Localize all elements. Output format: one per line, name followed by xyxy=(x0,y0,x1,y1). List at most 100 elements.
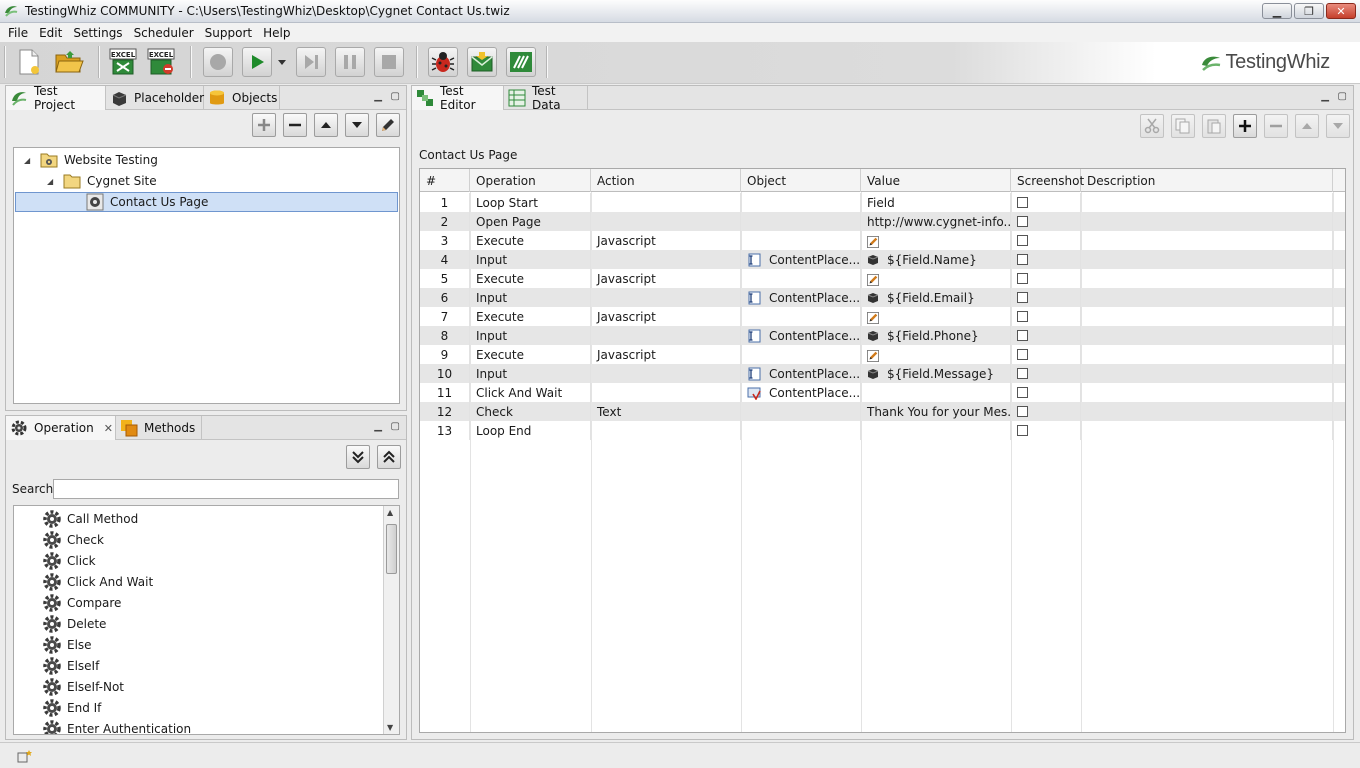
cell-object[interactable] xyxy=(741,307,861,326)
cell-description[interactable] xyxy=(1081,345,1333,364)
screenshot-checkbox[interactable] xyxy=(1017,311,1028,322)
cell-number[interactable]: 5 xyxy=(420,269,470,288)
script-edit-icon[interactable] xyxy=(867,311,879,324)
table-row[interactable]: 3 Execute Javascript xyxy=(420,231,1345,250)
scroll-thumb[interactable] xyxy=(386,524,397,574)
screenshot-checkbox[interactable] xyxy=(1017,216,1028,227)
operation-list-item[interactable]: Click xyxy=(42,550,96,571)
table-row[interactable]: 9 Execute Javascript xyxy=(420,345,1345,364)
minimize-panel-icon[interactable]: ▁ xyxy=(1321,91,1329,102)
cell-number[interactable]: 8 xyxy=(420,326,470,345)
cell-action[interactable]: Text xyxy=(591,402,741,421)
search-input[interactable] xyxy=(53,479,399,499)
maximize-panel-icon[interactable]: ▢ xyxy=(391,91,400,102)
cell-action[interactable]: Javascript xyxy=(591,231,741,250)
move-row-up-button[interactable] xyxy=(1295,114,1319,138)
operation-list-item[interactable]: End If xyxy=(42,697,101,718)
cell-description[interactable] xyxy=(1081,402,1333,421)
cell-action[interactable] xyxy=(591,326,741,345)
cell-action[interactable]: Javascript xyxy=(591,345,741,364)
tab-objects[interactable]: Objects xyxy=(204,86,280,110)
table-row[interactable]: 4 Input ContentPlace... ${Field.Name} xyxy=(420,250,1345,269)
script-edit-icon[interactable] xyxy=(867,273,879,286)
cell-action[interactable]: Javascript xyxy=(591,269,741,288)
cell-operation[interactable]: Input xyxy=(470,364,591,383)
tab-placeholder[interactable]: Placeholder xyxy=(106,86,204,110)
close-button[interactable]: ✕ xyxy=(1326,3,1356,19)
tab-operation[interactable]: Operation ✕ xyxy=(6,416,116,440)
move-down-button[interactable] xyxy=(345,113,369,137)
copy-button[interactable] xyxy=(1171,114,1195,138)
cell-operation[interactable]: Execute xyxy=(470,231,591,250)
cell-object[interactable]: ContentPlace... xyxy=(741,364,861,383)
scroll-up-icon[interactable]: ▲ xyxy=(387,508,393,517)
tree-node-contact-us-page[interactable]: Contact Us Page xyxy=(15,192,398,212)
column-header-operation[interactable]: Operation xyxy=(470,169,591,192)
tab-test-editor[interactable]: Test Editor xyxy=(412,84,504,112)
cell-operation[interactable]: Input xyxy=(470,288,591,307)
remove-button[interactable] xyxy=(283,113,307,137)
cell-description[interactable] xyxy=(1081,307,1333,326)
cell-operation[interactable]: Loop Start xyxy=(470,193,591,212)
new-fast-view-icon[interactable] xyxy=(17,749,33,763)
table-row[interactable]: 6 Input ContentPlace... ${Field.Email} xyxy=(420,288,1345,307)
add-button[interactable] xyxy=(252,113,276,137)
cell-value[interactable]: ${Field.Phone} xyxy=(861,326,1011,345)
column-header-number[interactable]: # xyxy=(420,169,470,192)
expand-all-button[interactable] xyxy=(346,445,370,469)
restore-button[interactable]: ❐ xyxy=(1294,3,1324,19)
cell-number[interactable]: 11 xyxy=(420,383,470,402)
operation-list-item[interactable]: Delete xyxy=(42,613,106,634)
screenshot-checkbox[interactable] xyxy=(1017,406,1028,417)
menu-support[interactable]: Support xyxy=(200,26,257,40)
step-button[interactable] xyxy=(296,47,326,77)
cell-value[interactable]: Field xyxy=(861,193,1011,212)
cell-value[interactable]: Thank You for your Mes... xyxy=(861,402,1011,421)
cell-number[interactable]: 6 xyxy=(420,288,470,307)
cell-action[interactable] xyxy=(591,193,741,212)
collapse-all-button[interactable] xyxy=(377,445,401,469)
operation-list-item[interactable]: ElseIf xyxy=(42,655,99,676)
operation-list-item[interactable]: Check xyxy=(42,529,104,550)
table-row[interactable]: 13 Loop End xyxy=(420,421,1345,440)
column-header-object[interactable]: Object xyxy=(741,169,861,192)
cell-operation[interactable]: Execute xyxy=(470,269,591,288)
cell-object[interactable] xyxy=(741,269,861,288)
script-edit-icon[interactable] xyxy=(867,349,879,362)
close-tab-icon[interactable]: ✕ xyxy=(104,422,113,435)
cell-value[interactable] xyxy=(861,307,1011,326)
screenshot-checkbox[interactable] xyxy=(1017,292,1028,303)
cell-description[interactable] xyxy=(1081,421,1333,440)
cell-value[interactable] xyxy=(861,269,1011,288)
cell-value[interactable] xyxy=(861,383,1011,402)
cell-number[interactable]: 9 xyxy=(420,345,470,364)
operation-list-item[interactable]: Click And Wait xyxy=(42,571,153,592)
table-row[interactable]: 1 Loop Start Field xyxy=(420,193,1345,212)
remove-row-button[interactable] xyxy=(1264,114,1288,138)
table-row[interactable]: 11 Click And Wait ContentPlace... xyxy=(420,383,1345,402)
scroll-down-icon[interactable]: ▼ xyxy=(387,723,393,732)
debug-button[interactable] xyxy=(428,47,458,77)
cell-operation[interactable]: Open Page xyxy=(470,212,591,231)
screenshot-checkbox[interactable] xyxy=(1017,425,1028,436)
cell-object[interactable] xyxy=(741,402,861,421)
menu-file[interactable]: File xyxy=(3,26,33,40)
cell-number[interactable]: 4 xyxy=(420,250,470,269)
screenshot-checkbox[interactable] xyxy=(1017,254,1028,265)
cell-operation[interactable]: Execute xyxy=(470,345,591,364)
open-folder-button[interactable] xyxy=(54,47,84,77)
fx-button[interactable] xyxy=(506,47,536,77)
operation-list-item[interactable]: Else xyxy=(42,634,92,655)
cell-object[interactable] xyxy=(741,345,861,364)
operation-list-item[interactable]: Compare xyxy=(42,592,121,613)
cell-description[interactable] xyxy=(1081,212,1333,231)
tab-test-data[interactable]: Test Data xyxy=(504,84,588,112)
cell-number[interactable]: 1 xyxy=(420,193,470,212)
screenshot-checkbox[interactable] xyxy=(1017,349,1028,360)
screenshot-checkbox[interactable] xyxy=(1017,330,1028,341)
column-header-action[interactable]: Action xyxy=(591,169,741,192)
cell-number[interactable]: 2 xyxy=(420,212,470,231)
cell-object[interactable] xyxy=(741,421,861,440)
table-row[interactable]: 10 Input ContentPlace... ${Field.Message} xyxy=(420,364,1345,383)
screenshot-checkbox[interactable] xyxy=(1017,387,1028,398)
